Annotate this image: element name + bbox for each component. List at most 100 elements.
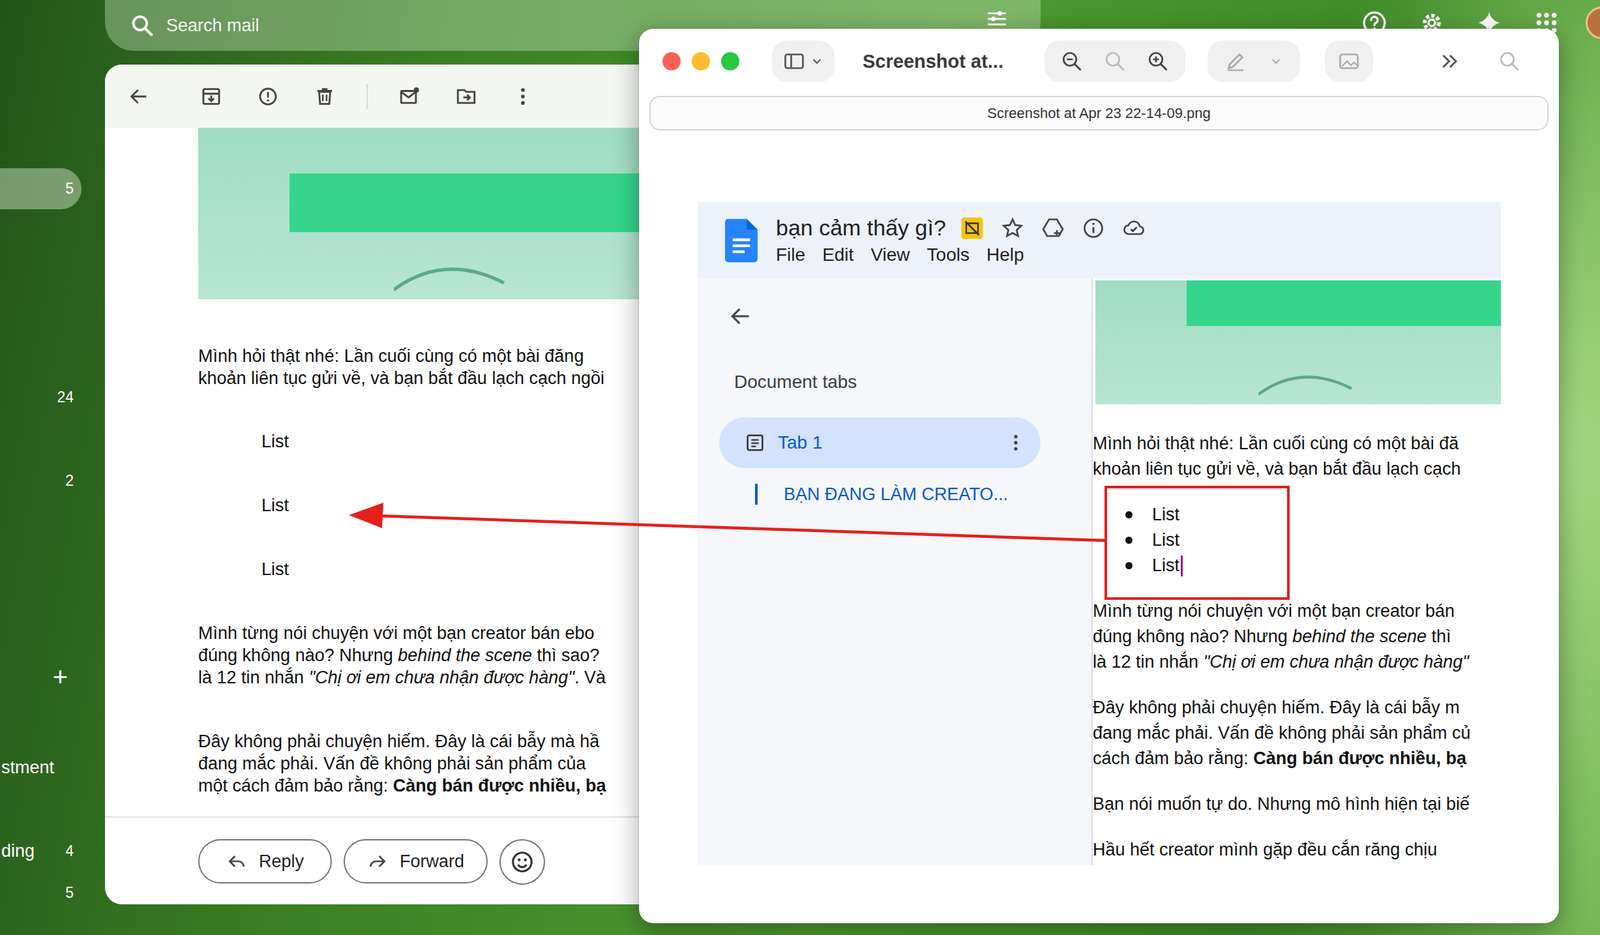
toolbar-separator — [366, 84, 368, 109]
text-line: là 12 tin nhắn "Chị ơi em chưa nhận được… — [1092, 649, 1501, 675]
bullet-item: List — [1092, 527, 1501, 553]
bullet-item: List — [1092, 552, 1501, 579]
document-bullet-list: ListListList — [1092, 502, 1501, 579]
filter-icon[interactable] — [985, 7, 1008, 30]
search-icon[interactable] — [1497, 49, 1522, 74]
document-tabs-pane: Document tabsTab 1BẠN ĐANG LÀM CREATO... — [697, 278, 1093, 866]
text-line: Đây không phải chuyện hiếm. Đây là cái b… — [1092, 695, 1501, 721]
offline-unavailable-icon[interactable] — [960, 216, 984, 240]
move-to-drive-icon[interactable] — [1041, 216, 1065, 240]
file-path-bar: Screenshot at Apr 23 22-14-09.png — [649, 95, 1549, 131]
preview-toolbar: Screenshot at... — [638, 28, 1559, 94]
archive-icon[interactable] — [200, 85, 223, 108]
nav-item[interactable]: 2 — [0, 469, 82, 492]
nav-count: 4 — [65, 842, 74, 860]
desktop: Search mail5242+stmentding45Mình hỏi thậ… — [0, 0, 1600, 935]
tab-document-icon — [743, 431, 767, 454]
report-spam-icon[interactable] — [256, 85, 280, 108]
menu-item[interactable]: View — [870, 244, 910, 266]
email-paragraph: Đây không phải chuyện hiếm. Đây là cái b… — [198, 730, 634, 797]
document-tab[interactable]: Tab 1 — [719, 417, 1041, 469]
sidebar-icon — [782, 49, 806, 74]
crop-button[interactable] — [1324, 40, 1374, 83]
text-line: Mình từng nói chuyện với một bạn creator… — [198, 622, 634, 645]
text-line: Đây không phải chuyện hiếm. Đây là cái b… — [198, 730, 634, 753]
docs-logo-icon — [725, 218, 758, 263]
back-arrow-icon[interactable] — [127, 85, 150, 108]
menu-item[interactable]: File — [775, 244, 806, 266]
text-line: Mình hỏi thật nhé: Lần cuối cùng có một … — [1092, 430, 1501, 457]
nav-item[interactable]: ding4 — [0, 839, 82, 862]
nav-count: 24 — [56, 388, 74, 407]
window-title: Screenshot at... — [862, 50, 1004, 73]
text-line: Mình từng nói chuyện với một bạn creator… — [1092, 598, 1501, 624]
info-icon[interactable] — [1081, 216, 1106, 240]
star-icon[interactable] — [1000, 216, 1025, 240]
more-chevrons-icon[interactable] — [1438, 49, 1462, 74]
text-line: đúng không nào? Nhưng behind the scene t… — [1092, 623, 1501, 650]
document-paragraph: Mình hỏi thật nhé: Lần cuối cùng có một … — [1092, 430, 1501, 482]
back-arrow-icon[interactable] — [728, 303, 754, 329]
text-line: cách đảm bảo rằng: Càng bán được nhiều, … — [1092, 745, 1501, 772]
menu-item[interactable]: Tools — [927, 244, 970, 266]
nav-item[interactable]: 24 — [0, 385, 82, 409]
outline-heading[interactable]: BẠN ĐANG LÀM CREATO... — [755, 483, 1092, 505]
menu-item[interactable]: Edit — [822, 244, 854, 266]
document-banner-image — [1095, 280, 1501, 405]
email-paragraph: Mình từng nói chuyện với một bạn creator… — [198, 622, 634, 689]
avatar[interactable] — [1585, 6, 1600, 40]
mark-unread-icon[interactable] — [398, 85, 421, 108]
more-vertical-icon[interactable] — [1005, 432, 1027, 454]
text-line: Bạn nói muốn tự do. Nhưng mô hình hiện t… — [1092, 791, 1501, 817]
docs-menu-bar: File Edit View Tools Help — [775, 244, 1146, 266]
document-paragraph: Mình từng nói chuyện với một bạn creator… — [1092, 598, 1501, 675]
move-to-icon[interactable] — [455, 85, 478, 108]
zoom-in-icon[interactable] — [1146, 49, 1170, 74]
close-button[interactable] — [662, 52, 681, 71]
nav-item[interactable]: stment — [0, 756, 82, 779]
docs-header: bạn cảm thấy gì? File Edit View Tools Help — [697, 202, 1501, 279]
nav-item[interactable]: 5 — [0, 881, 82, 904]
chevron-down-icon — [809, 54, 825, 69]
gmail-nav: 5 24 2 + stment ding4 5 — [0, 168, 85, 904]
document-paragraph: Bạn nói muốn tự do. Nhưng mô hình hiện t… — [1092, 791, 1501, 817]
nav-count: 5 — [65, 179, 74, 198]
zoom-controls — [1044, 40, 1186, 83]
sidebar-toggle[interactable] — [771, 40, 835, 83]
trash-icon[interactable] — [313, 85, 336, 108]
highlight-box — [1104, 485, 1290, 600]
menu-item[interactable]: Help — [986, 244, 1025, 266]
nav-count: 5 — [65, 884, 74, 902]
nav-count: 2 — [65, 472, 74, 490]
text-line: Hầu hết creator mình gặp đều cắn răng ch… — [1092, 837, 1501, 863]
forward-button[interactable]: Forward — [343, 839, 488, 884]
emoji-button[interactable] — [499, 839, 546, 885]
markup-controls — [1207, 40, 1301, 83]
reply-button[interactable]: Reply — [198, 839, 332, 884]
docs-screenshot: bạn cảm thấy gì?FileEditViewToolsHelpDoc… — [697, 202, 1501, 866]
preview-window: Screenshot at... Screenshot at Apr 23 22-… — [638, 28, 1559, 924]
pencil-icon[interactable] — [1223, 49, 1248, 74]
zoom-fit-icon[interactable] — [1103, 49, 1127, 74]
text-cursor — [1180, 555, 1183, 577]
zoom-out-icon[interactable] — [1060, 49, 1084, 74]
text-line: đang mắc phải. Vấn đề không phải sản phẩ… — [1092, 720, 1501, 746]
chevron-down-icon[interactable] — [1268, 54, 1284, 69]
nav-label: stment — [1, 757, 55, 778]
cloud-saved-icon[interactable] — [1122, 216, 1146, 240]
forward-icon — [367, 850, 388, 872]
nav-item[interactable]: 5 — [0, 168, 82, 210]
document-title[interactable]: bạn cảm thấy gì? — [775, 215, 947, 241]
text-line: đang mắc phải. Vấn đề không phải sản phẩ… — [198, 752, 634, 775]
bullet-item: List — [1092, 502, 1501, 528]
document-page: Mình hỏi thật nhé: Lần cuối cùng có một … — [1092, 278, 1501, 866]
file-name: Screenshot at Apr 23 22-14-09.png — [987, 104, 1211, 122]
text-line: khoản liên tục gửi về, và bạn bắt đầu lạ… — [1092, 456, 1501, 482]
text-line: là 12 tin nhắn "Chị ơi em chưa nhận được… — [198, 666, 634, 689]
window-controls — [662, 52, 740, 71]
minimize-button[interactable] — [691, 52, 711, 71]
text-line: Mình hỏi thật nhé: Lần cuối cùng có một … — [198, 344, 634, 368]
zoom-button[interactable] — [721, 52, 740, 71]
nav-item[interactable]: + — [0, 665, 82, 688]
more-vertical-icon[interactable] — [511, 85, 534, 108]
